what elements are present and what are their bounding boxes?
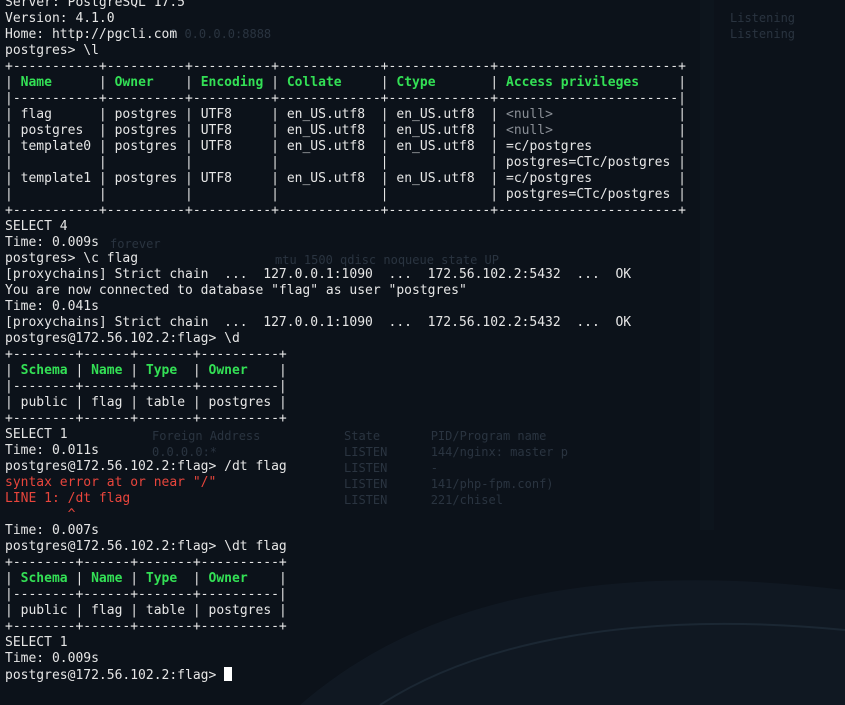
header-encoding: Encoding bbox=[200, 75, 264, 90]
cell-name: template1 bbox=[20, 171, 92, 186]
table-row: | flag | postgres | UTF8 | en_US.utf8 | … bbox=[5, 107, 687, 122]
timing-line: Time: 0.041s bbox=[5, 299, 99, 314]
connected-message: You are now connected to database "flag"… bbox=[5, 283, 467, 298]
server-line: Server: PostgreSQL 17.5 bbox=[5, 0, 186, 10]
table-border: |--------+------+-------+----------| bbox=[5, 587, 287, 602]
result-count: SELECT 4 bbox=[5, 219, 68, 234]
command-line: postgres@172.56.102.2:flag> /dt flag bbox=[5, 459, 287, 474]
cell-collate: en_US.utf8 bbox=[286, 107, 366, 122]
result-count: SELECT 1 bbox=[5, 427, 68, 442]
terminal-output: Server: PostgreSQL 17.5 Version: 4.1.0 Hom… bbox=[5, 0, 686, 683]
command-line: postgres> \c flag bbox=[5, 251, 139, 266]
header-schema: Schema bbox=[20, 363, 68, 378]
cell-access: <null> bbox=[506, 107, 553, 122]
cell-ctype: en_US.utf8 bbox=[396, 139, 475, 154]
command-line: postgres@172.56.102.2:flag> \dt flag bbox=[5, 539, 287, 554]
table-row: | public | flag | table | postgres | bbox=[5, 603, 287, 618]
table-border: |--------+------+-------+----------| bbox=[5, 379, 287, 394]
table-border: +-----------+----------+----------+-----… bbox=[5, 203, 686, 218]
table-header-row: | Schema | Name | Type | Owner | bbox=[5, 363, 287, 378]
cell-name: postgres bbox=[20, 123, 84, 138]
cell-name: flag bbox=[91, 603, 123, 618]
cell-type: table bbox=[145, 603, 186, 618]
table-row: | template0 | postgres | UTF8 | en_US.ut… bbox=[5, 139, 687, 154]
cell-owner: postgres bbox=[208, 395, 272, 410]
cell-schema: public bbox=[20, 395, 68, 410]
header-type: Type bbox=[145, 363, 178, 378]
cell-name: flag bbox=[20, 107, 52, 122]
text-cursor[interactable] bbox=[224, 667, 233, 681]
cell-owner: postgres bbox=[114, 107, 178, 122]
table-header-row: | Schema | Name | Type | Owner | bbox=[5, 571, 287, 586]
cell-access: =c/postgres bbox=[506, 171, 593, 186]
cell-owner: postgres bbox=[114, 171, 178, 186]
active-prompt[interactable]: postgres@172.56.102.2:flag> bbox=[5, 667, 686, 683]
table-border: |-----------+----------+----------+-----… bbox=[5, 91, 686, 106]
timing-line: Time: 0.007s bbox=[5, 523, 99, 538]
command-line: postgres@172.56.102.2:flag> \d bbox=[5, 331, 240, 346]
cell-owner: postgres bbox=[114, 139, 178, 154]
cell-name: flag bbox=[91, 395, 123, 410]
cell-collate: en_US.utf8 bbox=[286, 171, 366, 186]
cell-owner: postgres bbox=[208, 603, 272, 618]
table-row: | postgres | postgres | UTF8 | en_US.utf… bbox=[5, 123, 687, 138]
cell-name: template0 bbox=[20, 139, 92, 154]
timing-line: Time: 0.009s bbox=[5, 651, 99, 666]
cell-encoding: UTF8 bbox=[200, 123, 233, 138]
table-border: +--------+------+-------+----------+ bbox=[5, 555, 287, 570]
cell-collate: en_US.utf8 bbox=[286, 139, 366, 154]
ghost-line: Listening bbox=[730, 27, 796, 41]
table-header-row: | Name | Owner | Encoding | Collate | Ct… bbox=[5, 75, 687, 90]
table-border: +--------+------+-------+----------+ bbox=[5, 347, 287, 362]
prompt-text: postgres@172.56.102.2:flag> bbox=[5, 668, 225, 683]
cell-schema: public bbox=[20, 603, 68, 618]
error-line: LINE 1: /dt flag bbox=[5, 491, 131, 506]
timing-line: Time: 0.009s bbox=[5, 235, 99, 250]
result-count: SELECT 1 bbox=[5, 635, 68, 650]
table-border: +--------+------+-------+----------+ bbox=[5, 619, 287, 634]
version-line: Version: 4.1.0 bbox=[5, 11, 115, 26]
header-name: Name bbox=[91, 363, 123, 378]
timing-line: Time: 0.011s bbox=[5, 443, 99, 458]
cell-access: postgres=CTc/postgres bbox=[505, 155, 671, 170]
table-row: | public | flag | table | postgres | bbox=[5, 395, 287, 410]
table-border: +--------+------+-------+----------+ bbox=[5, 411, 287, 426]
proxychains-line: [proxychains] Strict chain ... 127.0.0.1… bbox=[5, 267, 632, 282]
cell-type: table bbox=[145, 395, 186, 410]
cell-collate: en_US.utf8 bbox=[286, 123, 366, 138]
cell-access: =c/postgres bbox=[506, 139, 593, 154]
error-caret: ^ bbox=[5, 507, 76, 522]
cell-owner: postgres bbox=[114, 123, 178, 138]
cell-encoding: UTF8 bbox=[200, 171, 233, 186]
cell-encoding: UTF8 bbox=[200, 107, 233, 122]
header-name: Name bbox=[91, 571, 123, 586]
home-line: Home: http://pgcli.com bbox=[5, 27, 178, 42]
header-name: Name bbox=[20, 75, 52, 90]
header-type: Type bbox=[145, 571, 178, 586]
error-message: syntax error at or near "/" bbox=[5, 475, 217, 490]
header-access: Access privileges bbox=[506, 75, 640, 90]
cell-ctype: en_US.utf8 bbox=[396, 107, 475, 122]
table-row: | | | | | | postgres=CTc/postgres | bbox=[5, 155, 686, 170]
cell-ctype: en_US.utf8 bbox=[396, 123, 475, 138]
header-owner: Owner bbox=[114, 75, 154, 90]
header-schema: Schema bbox=[20, 571, 68, 586]
header-collate: Collate bbox=[286, 75, 342, 90]
proxychains-line: [proxychains] Strict chain ... 127.0.0.1… bbox=[5, 315, 632, 330]
table-row: | | | | | | postgres=CTc/postgres | bbox=[5, 187, 686, 202]
table-border: +-----------+----------+----------+-----… bbox=[5, 59, 686, 74]
cell-access: postgres=CTc/postgres bbox=[505, 187, 671, 202]
cell-ctype: en_US.utf8 bbox=[396, 171, 475, 186]
cell-encoding: UTF8 bbox=[200, 139, 233, 154]
table-row: | template1 | postgres | UTF8 | en_US.ut… bbox=[5, 171, 687, 186]
header-ctype: Ctype bbox=[396, 75, 436, 90]
header-owner: Owner bbox=[208, 571, 248, 586]
ghost-line: Listening bbox=[730, 11, 796, 25]
terminal-window[interactable]: 0 0.0.0.0:8888 Listening Listening forev… bbox=[0, 0, 845, 705]
cell-access: <null> bbox=[506, 123, 553, 138]
command-line: postgres> \l bbox=[5, 43, 99, 58]
header-owner: Owner bbox=[208, 363, 248, 378]
